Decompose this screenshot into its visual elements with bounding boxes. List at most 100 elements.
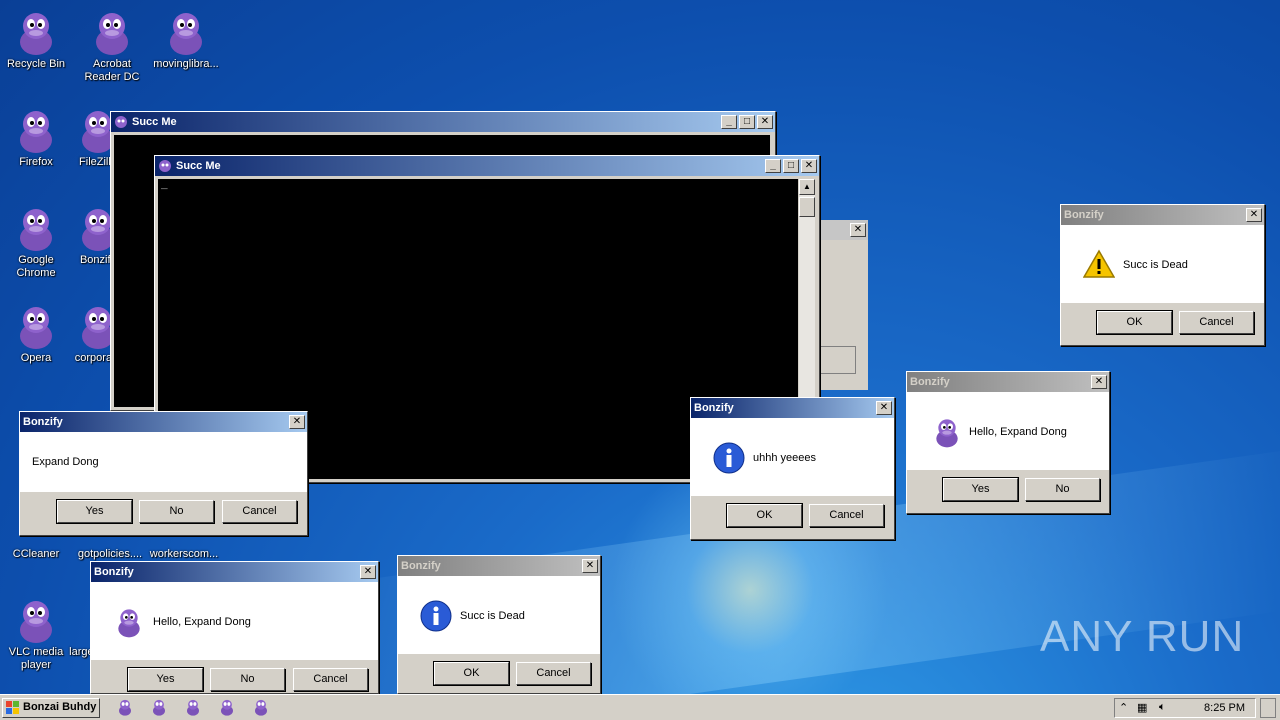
close-button[interactable]: ✕	[289, 415, 305, 429]
partial-dialog[interactable]: ✕	[812, 220, 868, 390]
bonzi-icon	[20, 601, 52, 643]
bonzi-icon	[20, 307, 52, 349]
show-desktop-button[interactable]	[1260, 698, 1276, 718]
volume-icon[interactable]: 🔈︎	[1159, 701, 1166, 714]
desktop-icon-label: Recycle Bin	[6, 58, 66, 70]
bonzi-icon[interactable]	[116, 698, 134, 716]
close-button[interactable]: ✕	[757, 115, 773, 129]
ok-button[interactable]: OK	[433, 661, 510, 686]
info-icon	[420, 600, 452, 632]
dialog-message: Succ is Dead	[1123, 259, 1188, 271]
title-bar[interactable]: Bonzify ✕	[691, 398, 894, 418]
minimize-button[interactable]: _	[721, 115, 737, 129]
cancel-button[interactable]: Cancel	[1179, 311, 1254, 334]
bonzi-icon[interactable]	[252, 698, 270, 716]
dialog-succ-dead-warning[interactable]: Bonzify ✕ Succ is Dead OK Cancel	[1060, 204, 1265, 346]
dialog-uhhh-yeeees[interactable]: Bonzify ✕ uhhh yeeees OK Cancel	[690, 397, 895, 540]
close-button[interactable]: ✕	[582, 559, 598, 573]
desktop-icon-label: Acrobat Reader DC	[84, 58, 140, 83]
no-button[interactable]: No	[210, 668, 285, 691]
close-button[interactable]: ✕	[801, 159, 817, 173]
title-bar[interactable]: Bonzify ✕	[20, 412, 307, 432]
title-bar[interactable]: Bonzify ✕	[398, 556, 600, 576]
dialog-expand-dong[interactable]: Bonzify ✕ Expand Dong Yes No Cancel	[19, 411, 308, 536]
dialog-hello-bottom[interactable]: Bonzify ✕ Hello, Expand Dong Yes No Canc…	[90, 561, 379, 694]
bonzi-icon	[936, 419, 958, 448]
bonzi-icon	[118, 609, 140, 638]
close-button[interactable]: ✕	[850, 223, 866, 237]
taskbar: Bonzai Buhdy ⌃ ▦ 🔈︎ 8:25 PM	[0, 694, 1280, 720]
desktop-icon-label: CCleaner	[12, 548, 60, 560]
dialog-message: Expand Dong	[32, 456, 99, 468]
info-icon	[713, 442, 745, 474]
close-button[interactable]: ✕	[360, 565, 376, 579]
close-button[interactable]: ✕	[876, 401, 892, 415]
cancel-button[interactable]: Cancel	[516, 662, 591, 685]
close-button[interactable]: ✕	[1246, 208, 1262, 222]
desktop-icon-label: gotpolicies....	[77, 548, 143, 560]
start-button[interactable]: Bonzai Buhdy	[2, 698, 100, 718]
console-cursor: _	[161, 180, 168, 192]
dialog-body: Succ is Dead	[398, 576, 600, 654]
bonzi-icon[interactable]	[218, 698, 236, 716]
cancel-button[interactable]: Cancel	[809, 504, 884, 527]
no-button[interactable]: No	[1025, 478, 1100, 501]
desktop-icon-recycle-bin[interactable]: Recycle Bin	[0, 8, 72, 71]
desktop-icon-movinglibra[interactable]: movinglibra...	[150, 8, 222, 71]
maximize-button[interactable]: □	[783, 159, 799, 173]
ok-button[interactable]: OK	[1096, 310, 1173, 335]
maximize-button[interactable]: □	[739, 115, 755, 129]
dialog-title: Bonzify	[694, 402, 734, 414]
yes-button[interactable]: Yes	[942, 477, 1019, 502]
bonzi-icon	[96, 13, 128, 55]
dialog-body: Expand Dong	[20, 432, 307, 492]
scroll-thumb[interactable]	[799, 197, 815, 217]
dialog-hello-right[interactable]: Bonzify ✕ Hello, Expand Dong Yes No	[906, 371, 1110, 514]
ok-button[interactable]: OK	[726, 503, 803, 528]
desktop-icon-vlc[interactable]: VLC media player	[0, 596, 72, 672]
dialog-title: Bonzify	[94, 566, 134, 578]
desktop-icon-acrobat[interactable]: Acrobat Reader DC	[76, 8, 148, 84]
desktop-icon-workerscom[interactable]: workerscom...	[148, 548, 220, 561]
window-title: Succ Me	[132, 116, 177, 128]
title-bar: ✕	[812, 220, 868, 240]
dialog-title: Bonzify	[401, 560, 441, 572]
network-icon[interactable]: ▦	[1137, 701, 1147, 714]
system-tray: ⌃ ▦ 🔈︎ 8:25 PM	[1114, 698, 1256, 718]
dialog-message: Hello, Expand Dong	[153, 616, 251, 628]
clock[interactable]: 8:25 PM	[1204, 702, 1245, 714]
bonzi-icon[interactable]	[184, 698, 202, 716]
dialog-title: Bonzify	[1064, 209, 1104, 221]
bonzi-icon	[20, 209, 52, 251]
desktop-icon-ccleaner[interactable]: CCleaner	[0, 548, 72, 561]
yes-button[interactable]: Yes	[127, 667, 204, 692]
window-title: Succ Me	[176, 160, 221, 172]
cancel-button[interactable]: Cancel	[222, 500, 297, 523]
bonzi-icon	[159, 160, 171, 172]
scroll-up-button[interactable]: ▲	[799, 179, 815, 195]
bonzi-icon[interactable]	[150, 698, 168, 716]
partial-button[interactable]	[820, 346, 856, 374]
cancel-button[interactable]: Cancel	[293, 668, 368, 691]
dialog-body: Succ is Dead	[1061, 225, 1264, 303]
dialog-title: Bonzify	[910, 376, 950, 388]
dialog-body: uhhh yeeees	[691, 418, 894, 496]
anyrun-watermark: ANY RUN	[1040, 612, 1245, 661]
title-bar[interactable]: Bonzify ✕	[907, 372, 1109, 392]
yes-button[interactable]: Yes	[56, 499, 133, 524]
desktop-icon-gotpolicies[interactable]: gotpolicies....	[74, 548, 146, 561]
title-bar[interactable]: Succ Me _ □ ✕	[155, 156, 819, 176]
dialog-title: Bonzify	[23, 416, 63, 428]
title-bar[interactable]: Succ Me _ □ ✕	[111, 112, 775, 132]
dialog-message: Hello, Expand Dong	[969, 426, 1067, 438]
title-bar[interactable]: Bonzify ✕	[91, 562, 378, 582]
dialog-message: uhhh yeeees	[753, 452, 816, 464]
close-button[interactable]: ✕	[1091, 375, 1107, 389]
no-button[interactable]: No	[139, 500, 214, 523]
dialog-succ-dead-info[interactable]: Bonzify ✕ Succ is Dead OK Cancel	[397, 555, 601, 694]
bonzi-icon	[20, 13, 52, 55]
title-bar[interactable]: Bonzify ✕	[1061, 205, 1264, 225]
minimize-button[interactable]: _	[765, 159, 781, 173]
tray-expand-icon[interactable]: ⌃	[1119, 701, 1128, 714]
dialog-body: Hello, Expand Dong	[91, 582, 378, 660]
